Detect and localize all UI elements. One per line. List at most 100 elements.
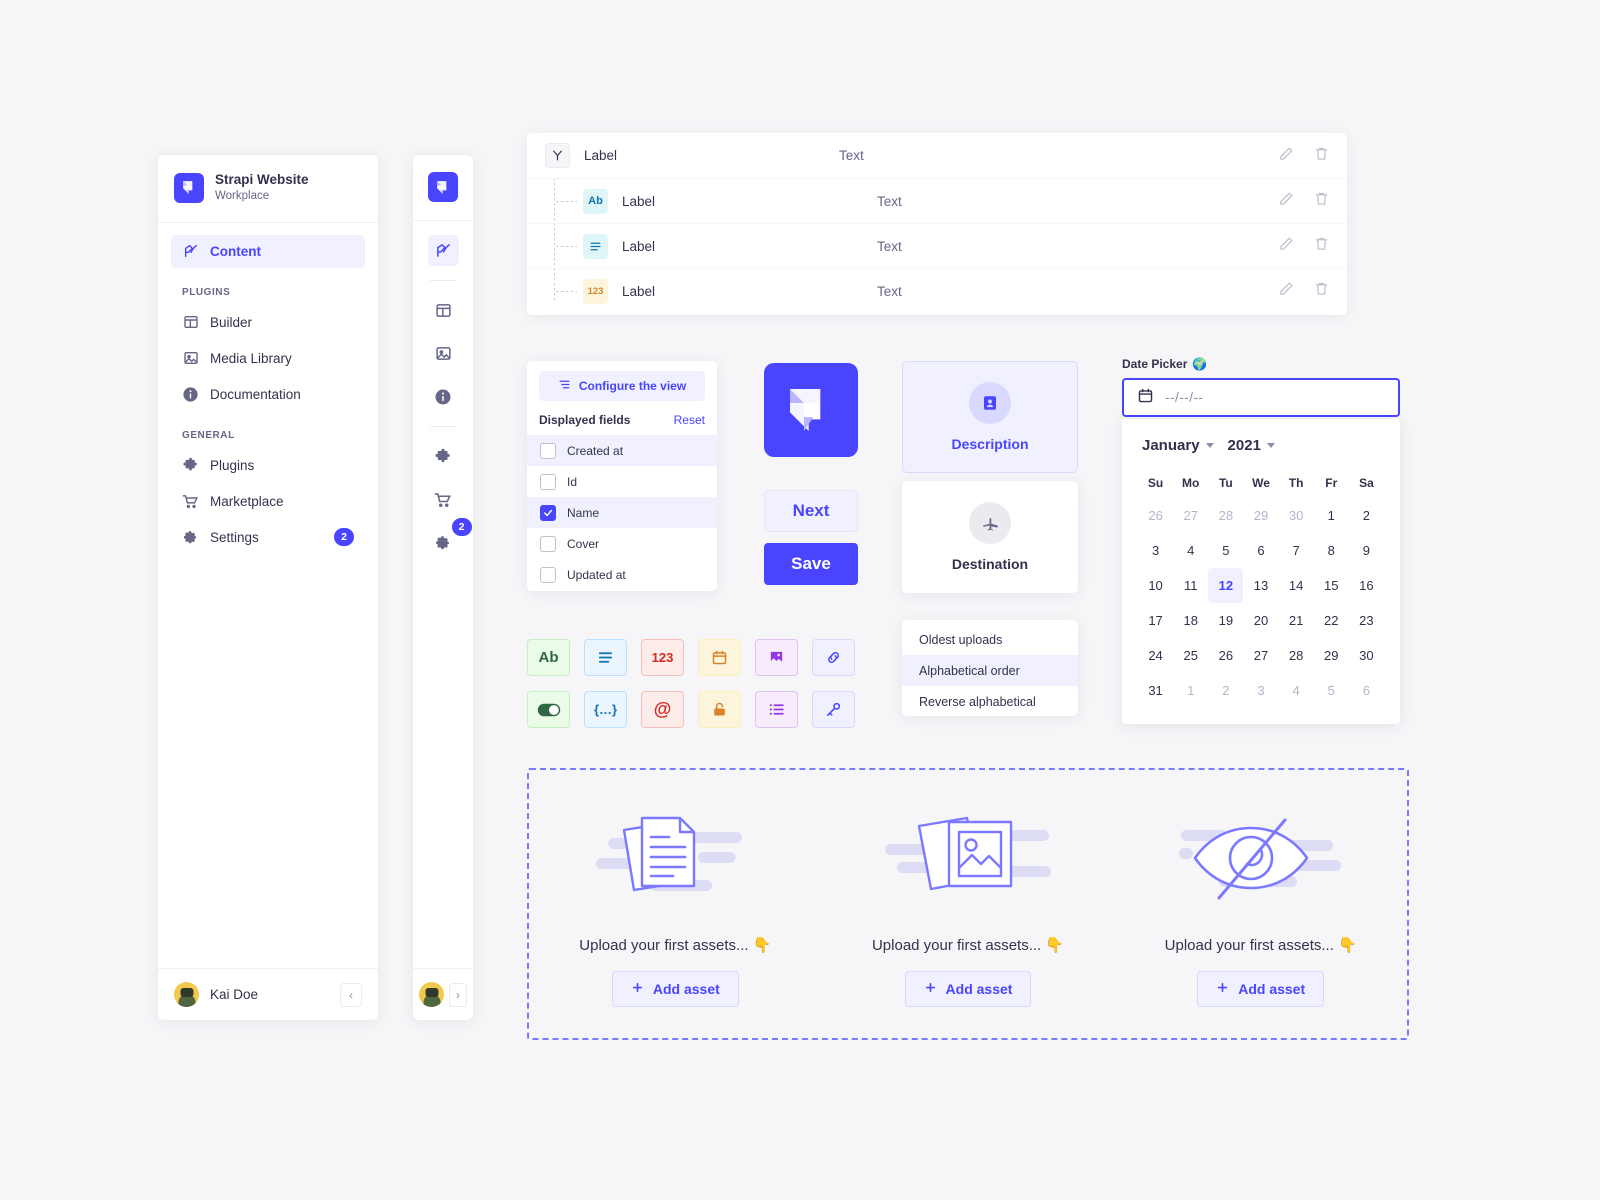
- calendar-day[interactable]: 29: [1314, 638, 1349, 673]
- calendar-day[interactable]: 4: [1173, 533, 1208, 568]
- add-asset-button[interactable]: Add asset: [611, 970, 739, 1007]
- add-asset-button[interactable]: Add asset: [904, 970, 1032, 1007]
- next-button[interactable]: Next: [764, 490, 858, 532]
- list-item[interactable]: Reverse alphabetical: [902, 686, 1078, 716]
- calendar-day[interactable]: 31: [1138, 673, 1173, 708]
- year-select[interactable]: 2021: [1228, 437, 1275, 454]
- calendar-day[interactable]: 6: [1243, 533, 1278, 568]
- calendar-day[interactable]: 21: [1279, 603, 1314, 638]
- email-icon[interactable]: @: [641, 691, 684, 728]
- calendar-day[interactable]: 27: [1243, 638, 1278, 673]
- date-picker-input[interactable]: --/--/--: [1122, 378, 1400, 417]
- sidebar-item-marketplace[interactable]: Marketplace: [171, 485, 365, 518]
- checkbox[interactable]: [540, 566, 556, 583]
- rail-item-content[interactable]: [427, 235, 459, 266]
- calendar-day[interactable]: 25: [1173, 638, 1208, 673]
- calendar-day[interactable]: 26: [1208, 638, 1243, 673]
- calendar-day[interactable]: 9: [1349, 533, 1384, 568]
- calendar-day[interactable]: 11: [1173, 568, 1208, 603]
- password-icon[interactable]: [698, 691, 741, 728]
- checkbox[interactable]: [540, 442, 556, 459]
- checkbox[interactable]: [540, 504, 556, 521]
- calendar-day[interactable]: 3: [1138, 533, 1173, 568]
- reset-button[interactable]: Reset: [674, 413, 705, 427]
- expand-sidebar-button[interactable]: ›: [449, 982, 467, 1007]
- checkbox[interactable]: [540, 535, 556, 552]
- trash-icon[interactable]: [1314, 236, 1329, 256]
- sidebar-item-content[interactable]: Content: [171, 234, 365, 268]
- rail-item-plugins[interactable]: [428, 441, 459, 472]
- calendar-day[interactable]: 2: [1208, 673, 1243, 708]
- calendar-day[interactable]: 12: [1208, 568, 1244, 603]
- text-icon[interactable]: Ab: [527, 639, 570, 676]
- rail-item-settings[interactable]: 2: [428, 518, 472, 558]
- calendar-day[interactable]: 18: [1173, 603, 1208, 638]
- checkbox[interactable]: [540, 473, 556, 490]
- avatar[interactable]: [419, 982, 444, 1007]
- calendar-day[interactable]: 1: [1314, 498, 1349, 533]
- calendar-day[interactable]: 8: [1314, 533, 1349, 568]
- calendar-day[interactable]: 10: [1138, 568, 1173, 603]
- calendar-day[interactable]: 5: [1314, 673, 1349, 708]
- calendar-day[interactable]: 26: [1138, 498, 1173, 533]
- calendar-day[interactable]: 6: [1349, 673, 1384, 708]
- calendar-day[interactable]: 20: [1243, 603, 1278, 638]
- save-button[interactable]: Save: [764, 543, 858, 585]
- trash-icon[interactable]: [1314, 281, 1329, 301]
- calendar-day[interactable]: 15: [1314, 568, 1349, 603]
- list-item[interactable]: Alphabetical order: [902, 655, 1078, 686]
- month-select[interactable]: January: [1142, 437, 1214, 454]
- sidebar-item-plugins[interactable]: Plugins: [171, 449, 365, 482]
- strapi-logo-icon[interactable]: [428, 172, 458, 202]
- calendar-day[interactable]: 2: [1349, 498, 1384, 533]
- pencil-icon[interactable]: [1279, 281, 1294, 301]
- field-toggle-created-at[interactable]: Created at: [527, 435, 717, 466]
- configure-the-view-button[interactable]: Configure the view: [539, 371, 705, 401]
- description-card[interactable]: Description: [902, 361, 1078, 473]
- richtext-icon[interactable]: [584, 639, 627, 676]
- table-row[interactable]: Ab Label Text: [527, 178, 1347, 223]
- rail-item-documentation[interactable]: [428, 381, 459, 412]
- calendar-day[interactable]: 24: [1138, 638, 1173, 673]
- calendar-day[interactable]: 14: [1279, 568, 1314, 603]
- calendar-day[interactable]: 19: [1208, 603, 1243, 638]
- sidebar-item-media-library[interactable]: Media Library: [171, 342, 365, 375]
- rail-item-marketplace[interactable]: [428, 484, 459, 515]
- calendar-day[interactable]: 22: [1314, 603, 1349, 638]
- destination-card[interactable]: Destination: [902, 481, 1078, 593]
- relation-icon[interactable]: [812, 639, 855, 676]
- pencil-icon[interactable]: [1279, 191, 1294, 211]
- calendar-day[interactable]: 28: [1279, 638, 1314, 673]
- upload-dropzone[interactable]: Upload your first assets... 👇 Add asset: [527, 768, 1409, 1040]
- json-icon[interactable]: {…}: [584, 691, 627, 728]
- number-icon[interactable]: 123: [641, 639, 684, 676]
- calendar-day[interactable]: 7: [1279, 533, 1314, 568]
- calendar-day[interactable]: 1: [1173, 673, 1208, 708]
- calendar-day[interactable]: 27: [1173, 498, 1208, 533]
- rail-item-builder[interactable]: [428, 295, 459, 326]
- sidebar-item-builder[interactable]: Builder: [171, 306, 365, 339]
- calendar-day[interactable]: 4: [1279, 673, 1314, 708]
- rail-item-media-library[interactable]: [428, 338, 459, 369]
- calendar-day[interactable]: 13: [1243, 568, 1278, 603]
- calendar-day[interactable]: 30: [1279, 498, 1314, 533]
- pencil-icon[interactable]: [1279, 146, 1294, 166]
- media-icon[interactable]: [755, 639, 798, 676]
- table-row[interactable]: 123 Label Text: [527, 268, 1347, 313]
- trash-icon[interactable]: [1314, 146, 1329, 166]
- calendar-day[interactable]: 17: [1138, 603, 1173, 638]
- calendar-day[interactable]: 3: [1243, 673, 1278, 708]
- field-toggle-id[interactable]: Id: [527, 466, 717, 497]
- table-row[interactable]: Label Text: [527, 223, 1347, 268]
- trash-icon[interactable]: [1314, 191, 1329, 211]
- pencil-icon[interactable]: [1279, 236, 1294, 256]
- field-toggle-cover[interactable]: Cover: [527, 528, 717, 559]
- sidebar-item-settings[interactable]: Settings 2: [171, 521, 365, 554]
- calendar-day[interactable]: 5: [1208, 533, 1243, 568]
- sidebar-item-documentation[interactable]: Documentation: [171, 378, 365, 411]
- enum-icon[interactable]: [755, 691, 798, 728]
- field-toggle-updated-at[interactable]: Updated at: [527, 559, 717, 590]
- date-icon[interactable]: [698, 639, 741, 676]
- calendar-day[interactable]: 28: [1208, 498, 1243, 533]
- workspace-header[interactable]: Strapi Website Workplace: [158, 155, 378, 223]
